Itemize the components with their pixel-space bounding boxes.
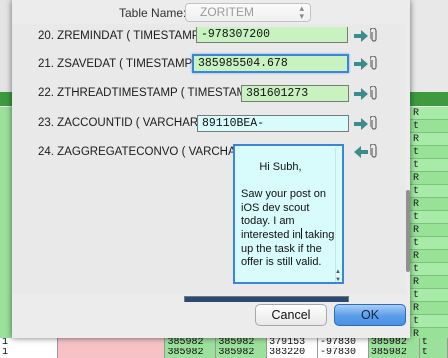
background-cell: t xyxy=(410,211,448,224)
background-cell xyxy=(58,348,166,358)
cancel-button[interactable]: Cancel xyxy=(255,304,327,326)
table-name-select[interactable]: ZORITEM ▴ ▾ xyxy=(185,3,311,22)
background-selected-row xyxy=(410,92,448,106)
background-cell: -97830 xyxy=(318,348,369,358)
background-cell: 385982 xyxy=(216,348,268,358)
background-row: 1 385982 385982 383220 -97830 385982 t xyxy=(0,348,448,358)
arrow-right-icon[interactable] xyxy=(354,88,368,100)
background-selected-row xyxy=(0,92,12,106)
background-cell xyxy=(58,338,166,348)
background-cell: R xyxy=(410,302,448,315)
background-cell: t xyxy=(410,289,448,302)
paperclip-icon[interactable] xyxy=(370,144,378,158)
background-cell: t xyxy=(410,263,448,276)
arrow-right-icon[interactable] xyxy=(354,118,368,130)
field-input-zthreadtimestamp[interactable]: 381601273 xyxy=(241,85,349,102)
select-stepper-icon: ▴ ▾ xyxy=(299,3,304,21)
field-label-zsavedat: 21. ZSAVEDAT ( TIMESTAMP ) xyxy=(38,58,200,70)
background-cell: t xyxy=(410,185,448,198)
background-cell: t xyxy=(410,315,448,328)
background-cell: t xyxy=(410,120,448,133)
background-cell: 385982 xyxy=(165,338,217,348)
next-field-partial[interactable] xyxy=(184,296,349,302)
background-cell: t xyxy=(419,338,448,348)
field-label-zremindat: 20. ZREMINDAT ( TIMESTAMP ) xyxy=(38,30,207,42)
edit-row-sheet: Table Name: ZORITEM ▴ ▾ 20. ZREMINDAT ( T… xyxy=(12,0,410,338)
background-table-left-edge xyxy=(0,0,12,358)
background-cell: 385982 xyxy=(216,338,268,348)
arrow-right-icon[interactable] xyxy=(354,30,368,42)
arrow-right-icon[interactable] xyxy=(354,58,368,70)
field-label-zaccountid: 23. ZACCOUNTID ( VARCHAR ) xyxy=(38,117,206,129)
background-table-bottom-rows: 1 385982 385982 379153 -97830 385982 t 1 385982 3… xyxy=(0,338,448,358)
sheet-scrollbar[interactable] xyxy=(406,24,410,294)
background-cell: R xyxy=(410,198,448,211)
background-cell: 379153 xyxy=(267,338,318,348)
background-cell: R xyxy=(410,107,448,120)
background-row: 1 385982 385982 379153 -97830 385982 t xyxy=(0,338,448,348)
paperclip-icon[interactable] xyxy=(370,86,378,100)
background-cell: R xyxy=(410,172,448,185)
scroll-down-icon[interactable]: ▼ xyxy=(335,274,341,282)
textarea-content: Hi Subh, Saw your post on iOS dev scout … xyxy=(241,161,335,269)
textarea-scrollbar[interactable]: ▲ ▼ xyxy=(335,148,341,282)
ok-button[interactable]: OK xyxy=(334,304,406,326)
field-textarea-zaggregateconvo[interactable]: Hi Subh, Saw your post on iOS dev scout … xyxy=(233,144,344,284)
background-cell: t xyxy=(410,159,448,172)
field-input-zsavedat[interactable]: 385985504.678 xyxy=(192,54,349,73)
background-cell: t xyxy=(419,348,448,358)
paperclip-icon[interactable] xyxy=(370,56,378,70)
background-cells: RtRttRtRtRtRtRtRtR xyxy=(410,107,448,358)
paperclip-icon[interactable] xyxy=(370,116,378,130)
background-cell: -97830 xyxy=(318,338,369,348)
background-cell: 1 xyxy=(0,338,59,348)
background-cell: 385982 xyxy=(165,348,217,358)
arrow-left-icon[interactable] xyxy=(354,146,368,158)
scrollbar-thumb[interactable] xyxy=(406,190,410,272)
background-cell: R xyxy=(410,133,448,146)
background-cell: R xyxy=(410,250,448,263)
background-table-right-edge: RtRttRtRtRtRtRtRtR xyxy=(410,0,448,358)
background-cell: 383220 xyxy=(267,348,318,358)
background-green-column xyxy=(0,107,12,358)
text-cursor xyxy=(300,228,302,240)
background-cell: 1 xyxy=(0,348,59,358)
field-list: 20. ZREMINDAT ( TIMESTAMP ) -978307200 2… xyxy=(12,24,406,294)
field-label-zthreadtimestamp: 22. ZTHREADTIMESTAMP ( TIMESTAMP ) xyxy=(38,87,261,99)
background-cell: t xyxy=(410,237,448,250)
background-cell: R xyxy=(410,224,448,237)
background-cell: 385982 xyxy=(368,348,420,358)
field-input-zremindat[interactable]: -978307200 xyxy=(196,27,348,43)
paperclip-icon[interactable] xyxy=(370,28,378,42)
field-input-zaccountid[interactable]: 89110BEA- xyxy=(197,115,349,132)
table-name-label: Table Name: xyxy=(119,6,187,20)
table-name-value: ZORITEM xyxy=(200,5,254,19)
background-cell: 385982 xyxy=(368,338,420,348)
field-label-zaggregateconvo: 24. ZAGGREGATECONVO ( VARCHAR ) xyxy=(38,146,251,158)
background-cell: t xyxy=(410,146,448,159)
background-cell: R xyxy=(410,276,448,289)
